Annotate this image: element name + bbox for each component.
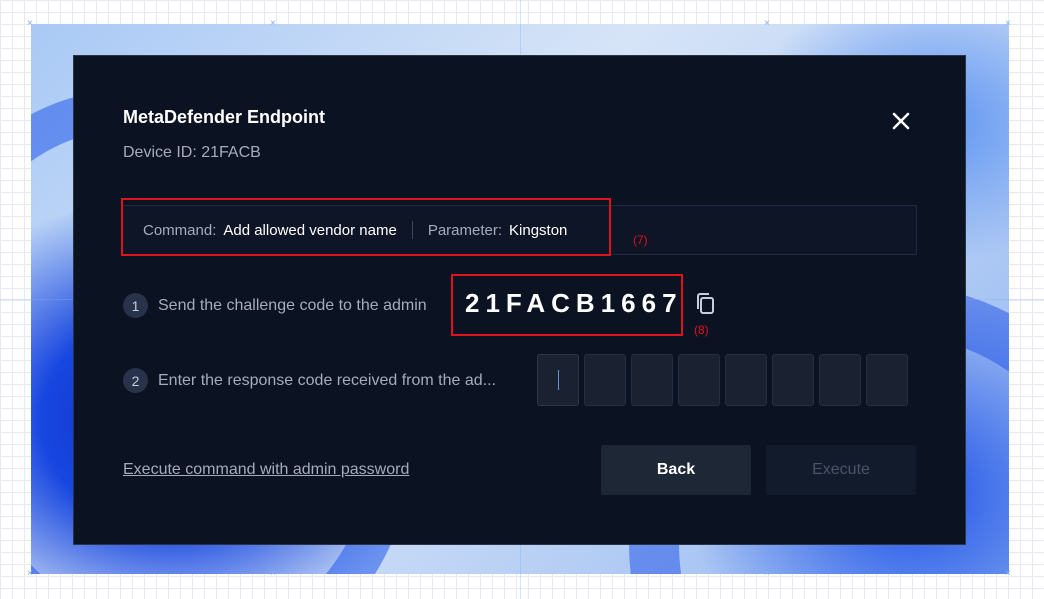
response-digit-1[interactable] bbox=[537, 354, 579, 406]
response-code-input bbox=[537, 354, 908, 406]
selection-handle: × bbox=[1005, 18, 1011, 29]
selection-handle: × bbox=[270, 568, 276, 579]
selection-handle: × bbox=[1005, 568, 1011, 579]
selection-handle: × bbox=[27, 18, 33, 29]
step-number: 1 bbox=[123, 293, 148, 318]
selection-handle: × bbox=[764, 568, 770, 579]
response-digit-2[interactable] bbox=[584, 354, 626, 406]
step-2: 2 Enter the response code received from … bbox=[123, 368, 496, 393]
response-digit-5[interactable] bbox=[725, 354, 767, 406]
text-caret bbox=[558, 370, 559, 390]
execute-button[interactable]: Execute bbox=[766, 445, 916, 495]
response-digit-4[interactable] bbox=[678, 354, 720, 406]
step-number: 2 bbox=[123, 368, 148, 393]
dialog-title: MetaDefender Endpoint bbox=[123, 107, 326, 127]
step-1: 1 Send the challenge code to the admin bbox=[123, 293, 427, 318]
selection-handle: × bbox=[27, 568, 33, 579]
step-text: Enter the response code received from th… bbox=[158, 371, 496, 389]
back-button[interactable]: Back bbox=[601, 445, 751, 495]
step-text: Send the challenge code to the admin bbox=[158, 296, 427, 314]
annotation-label-8: (8) bbox=[694, 323, 709, 337]
metadefender-dialog: MetaDefender Endpoint Device ID: 21FACB … bbox=[73, 55, 966, 545]
selection-handle: × bbox=[764, 18, 770, 29]
response-digit-7[interactable] bbox=[819, 354, 861, 406]
admin-password-link[interactable]: Execute command with admin password bbox=[123, 461, 409, 479]
copy-icon[interactable] bbox=[695, 292, 717, 316]
annotation-box-7 bbox=[121, 198, 611, 256]
close-button[interactable] bbox=[887, 107, 915, 135]
annotation-label-7: (7) bbox=[633, 233, 648, 247]
device-id: Device ID: 21FACB bbox=[123, 144, 261, 161]
response-digit-3[interactable] bbox=[631, 354, 673, 406]
response-digit-8[interactable] bbox=[866, 354, 908, 406]
annotation-box-8 bbox=[451, 274, 683, 336]
response-digit-6[interactable] bbox=[772, 354, 814, 406]
close-icon bbox=[892, 112, 910, 130]
selection-handle: × bbox=[270, 18, 276, 29]
